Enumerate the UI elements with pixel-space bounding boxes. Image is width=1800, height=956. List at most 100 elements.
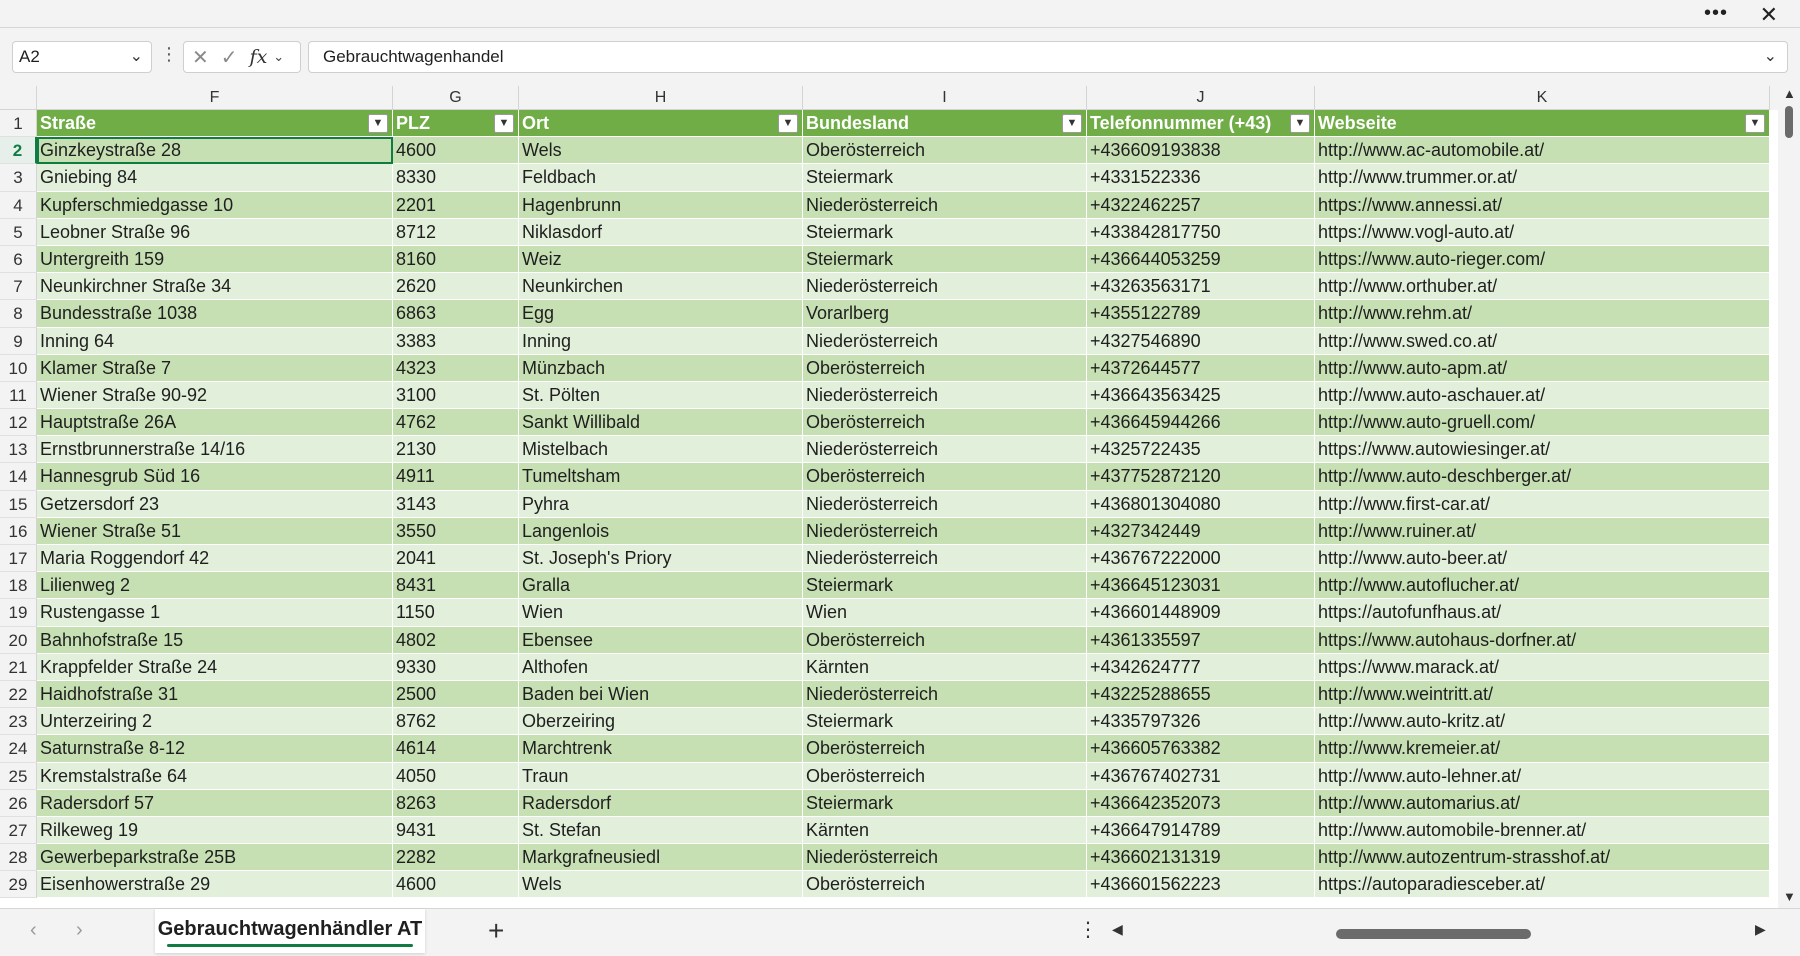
table-cell[interactable]: Althofen [519, 653, 803, 681]
table-cell[interactable]: 4911 [393, 463, 519, 491]
table-cell[interactable]: 3550 [393, 517, 519, 545]
row-number[interactable]: 17 [0, 545, 37, 573]
table-cell[interactable]: http://www.autozentrum-strasshof.at/ [1315, 844, 1770, 872]
table-cell[interactable]: 3383 [393, 327, 519, 355]
table-cell[interactable]: +436605763382 [1087, 735, 1315, 763]
table-cell[interactable]: +436645123031 [1087, 572, 1315, 600]
table-cell[interactable]: 9431 [393, 816, 519, 845]
table-cell[interactable]: +4335797326 [1087, 708, 1315, 736]
table-cell[interactable]: http://www.auto-deschberger.at/ [1315, 463, 1770, 491]
table-cell[interactable]: Neunkirchen [519, 273, 803, 301]
table-cell[interactable]: 3143 [393, 490, 519, 518]
table-cell[interactable]: Radersdorf 57 [37, 789, 393, 817]
vertical-dots-icon[interactable]: ⋮ [160, 44, 178, 65]
table-cell[interactable]: 8263 [393, 789, 519, 817]
table-cell[interactable]: Wels [519, 871, 803, 899]
table-cell[interactable]: 2201 [393, 191, 519, 219]
table-cell[interactable]: 4050 [393, 762, 519, 790]
row-number[interactable]: 10 [0, 354, 37, 382]
table-cell[interactable]: https://www.auto-rieger.com/ [1315, 245, 1770, 274]
table-cell[interactable]: Oberösterreich [803, 354, 1087, 382]
table-cell[interactable]: +4327342449 [1087, 517, 1315, 545]
table-cell[interactable]: Wien [519, 599, 803, 627]
table-cell[interactable]: Wiener Straße 51 [37, 517, 393, 545]
sheet-tab-active[interactable]: Gebrauchtwagenhändler AT [155, 909, 425, 953]
row-number[interactable]: 22 [0, 680, 37, 709]
table-cell[interactable]: Saturnstraße 8-12 [37, 735, 393, 763]
table-cell[interactable]: 4802 [393, 626, 519, 654]
table-cell[interactable]: Feldbach [519, 164, 803, 192]
filter-dropdown-icon[interactable]: ▼ [778, 114, 798, 133]
row-number[interactable]: 7 [0, 273, 37, 301]
table-cell[interactable]: Oberösterreich [803, 735, 1087, 763]
row-number[interactable]: 18 [0, 572, 37, 600]
table-cell[interactable]: Gniebing 84 [37, 164, 393, 192]
chevron-down-icon[interactable]: ⌄ [130, 42, 143, 72]
table-cell[interactable]: +436767222000 [1087, 545, 1315, 573]
table-cell[interactable]: 8762 [393, 708, 519, 736]
table-cell[interactable]: Niederösterreich [803, 381, 1087, 410]
row-number[interactable]: 13 [0, 436, 37, 464]
table-cell[interactable]: Kremstalstraße 64 [37, 762, 393, 790]
table-cell[interactable]: Inning [519, 327, 803, 355]
row-number[interactable]: 21 [0, 653, 37, 681]
header-cell[interactable]: Ort ▼ [519, 110, 803, 138]
select-all-corner[interactable] [0, 86, 37, 110]
row-number[interactable]: 3 [0, 164, 37, 192]
expand-formula-icon[interactable]: ⌄ [1764, 42, 1777, 72]
table-cell[interactable]: St. Stefan [519, 816, 803, 845]
vertical-scrollbar[interactable]: ▲ ▼ [1778, 86, 1800, 908]
table-cell[interactable]: https://www.autohaus-dorfner.at/ [1315, 626, 1770, 654]
table-cell[interactable]: http://www.trummer.or.at/ [1315, 164, 1770, 192]
check-icon[interactable]: ✓ [221, 45, 238, 70]
table-cell[interactable]: Steiermark [803, 164, 1087, 192]
table-cell[interactable]: +436643563425 [1087, 381, 1315, 410]
table-cell[interactable]: Gewerbeparkstraße 25B [37, 844, 393, 872]
table-cell[interactable]: http://www.first-car.at/ [1315, 490, 1770, 518]
table-cell[interactable]: Münzbach [519, 354, 803, 382]
row-number[interactable]: 8 [0, 300, 37, 328]
row-number[interactable]: 26 [0, 789, 37, 817]
table-cell[interactable]: St. Joseph's Priory [519, 545, 803, 573]
table-cell[interactable]: Rustengasse 1 [37, 599, 393, 627]
table-cell[interactable]: +43225288655 [1087, 680, 1315, 709]
table-cell[interactable]: Pyhra [519, 490, 803, 518]
table-cell[interactable]: Klamer Straße 7 [37, 354, 393, 382]
table-cell[interactable]: 4600 [393, 137, 519, 165]
worksheet-grid[interactable]: FGHIJK 1 Straße ▼ PLZ ▼ Ort ▼ Bundesland ▼ Telefo… [0, 86, 1778, 908]
table-cell[interactable]: 1150 [393, 599, 519, 627]
table-cell[interactable]: Niederösterreich [803, 844, 1087, 872]
table-cell[interactable]: Getzersdorf 23 [37, 490, 393, 518]
table-cell[interactable]: Niklasdorf [519, 218, 803, 246]
table-cell[interactable]: http://www.orthuber.at/ [1315, 273, 1770, 301]
scroll-down-icon[interactable]: ▼ [1783, 889, 1796, 904]
table-cell[interactable]: Oberösterreich [803, 409, 1087, 437]
column-header-f[interactable]: F [37, 86, 393, 110]
table-cell[interactable]: 2041 [393, 545, 519, 573]
table-cell[interactable]: 8160 [393, 245, 519, 274]
table-cell[interactable]: 6863 [393, 300, 519, 328]
table-cell[interactable]: http://www.auto-lehner.at/ [1315, 762, 1770, 790]
table-cell[interactable]: http://www.auto-kritz.at/ [1315, 708, 1770, 736]
table-cell[interactable]: http://www.rehm.at/ [1315, 300, 1770, 328]
name-box[interactable]: A2 ⌄ [12, 41, 152, 73]
table-cell[interactable]: Egg [519, 300, 803, 328]
table-cell[interactable]: http://www.kremeier.at/ [1315, 735, 1770, 763]
horizontal-scroll-thumb[interactable] [1336, 929, 1531, 939]
table-cell[interactable]: Neunkirchner Straße 34 [37, 273, 393, 301]
column-header-i[interactable]: I [803, 86, 1087, 110]
table-cell[interactable]: +4322462257 [1087, 191, 1315, 219]
table-cell[interactable]: http://www.ac-automobile.at/ [1315, 137, 1770, 165]
row-number[interactable]: 15 [0, 490, 37, 518]
table-cell[interactable]: Steiermark [803, 245, 1087, 274]
table-cell[interactable]: +437752872120 [1087, 463, 1315, 491]
row-number[interactable]: 14 [0, 463, 37, 491]
table-cell[interactable]: Oberösterreich [803, 871, 1087, 899]
row-number[interactable]: 1 [0, 110, 37, 138]
table-cell[interactable]: Steiermark [803, 708, 1087, 736]
table-cell[interactable]: Oberösterreich [803, 762, 1087, 790]
table-cell[interactable]: +4325722435 [1087, 436, 1315, 464]
table-cell[interactable]: Oberzeiring [519, 708, 803, 736]
row-number[interactable]: 9 [0, 327, 37, 355]
table-cell[interactable]: http://www.ruiner.at/ [1315, 517, 1770, 545]
